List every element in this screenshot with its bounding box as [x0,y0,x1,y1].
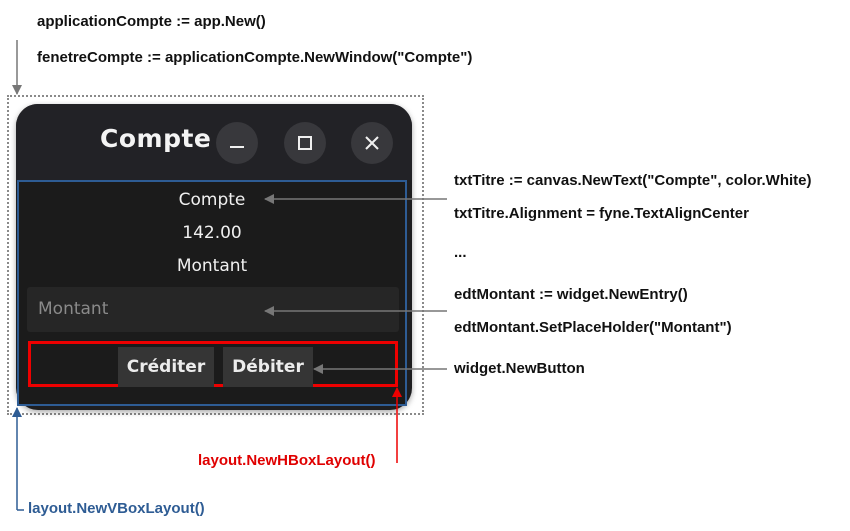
code-new-entry: edtMontant := widget.NewEntry() [454,286,688,303]
label-hbox-layout: layout.NewHBoxLayout() [198,452,376,469]
code-set-placeholder: edtMontant.SetPlaceHolder("Montant") [454,319,732,336]
code-new-button: widget.NewButton [454,360,585,377]
arrows-layer [12,40,447,511]
code-new-text: txtTitre := canvas.NewText("Compte", col… [454,172,812,189]
label-vbox-layout: layout.NewVBoxLayout() [28,500,205,517]
code-ellipsis: ... [454,244,467,261]
code-text-align: txtTitre.Alignment = fyne.TextAlignCente… [454,205,749,222]
